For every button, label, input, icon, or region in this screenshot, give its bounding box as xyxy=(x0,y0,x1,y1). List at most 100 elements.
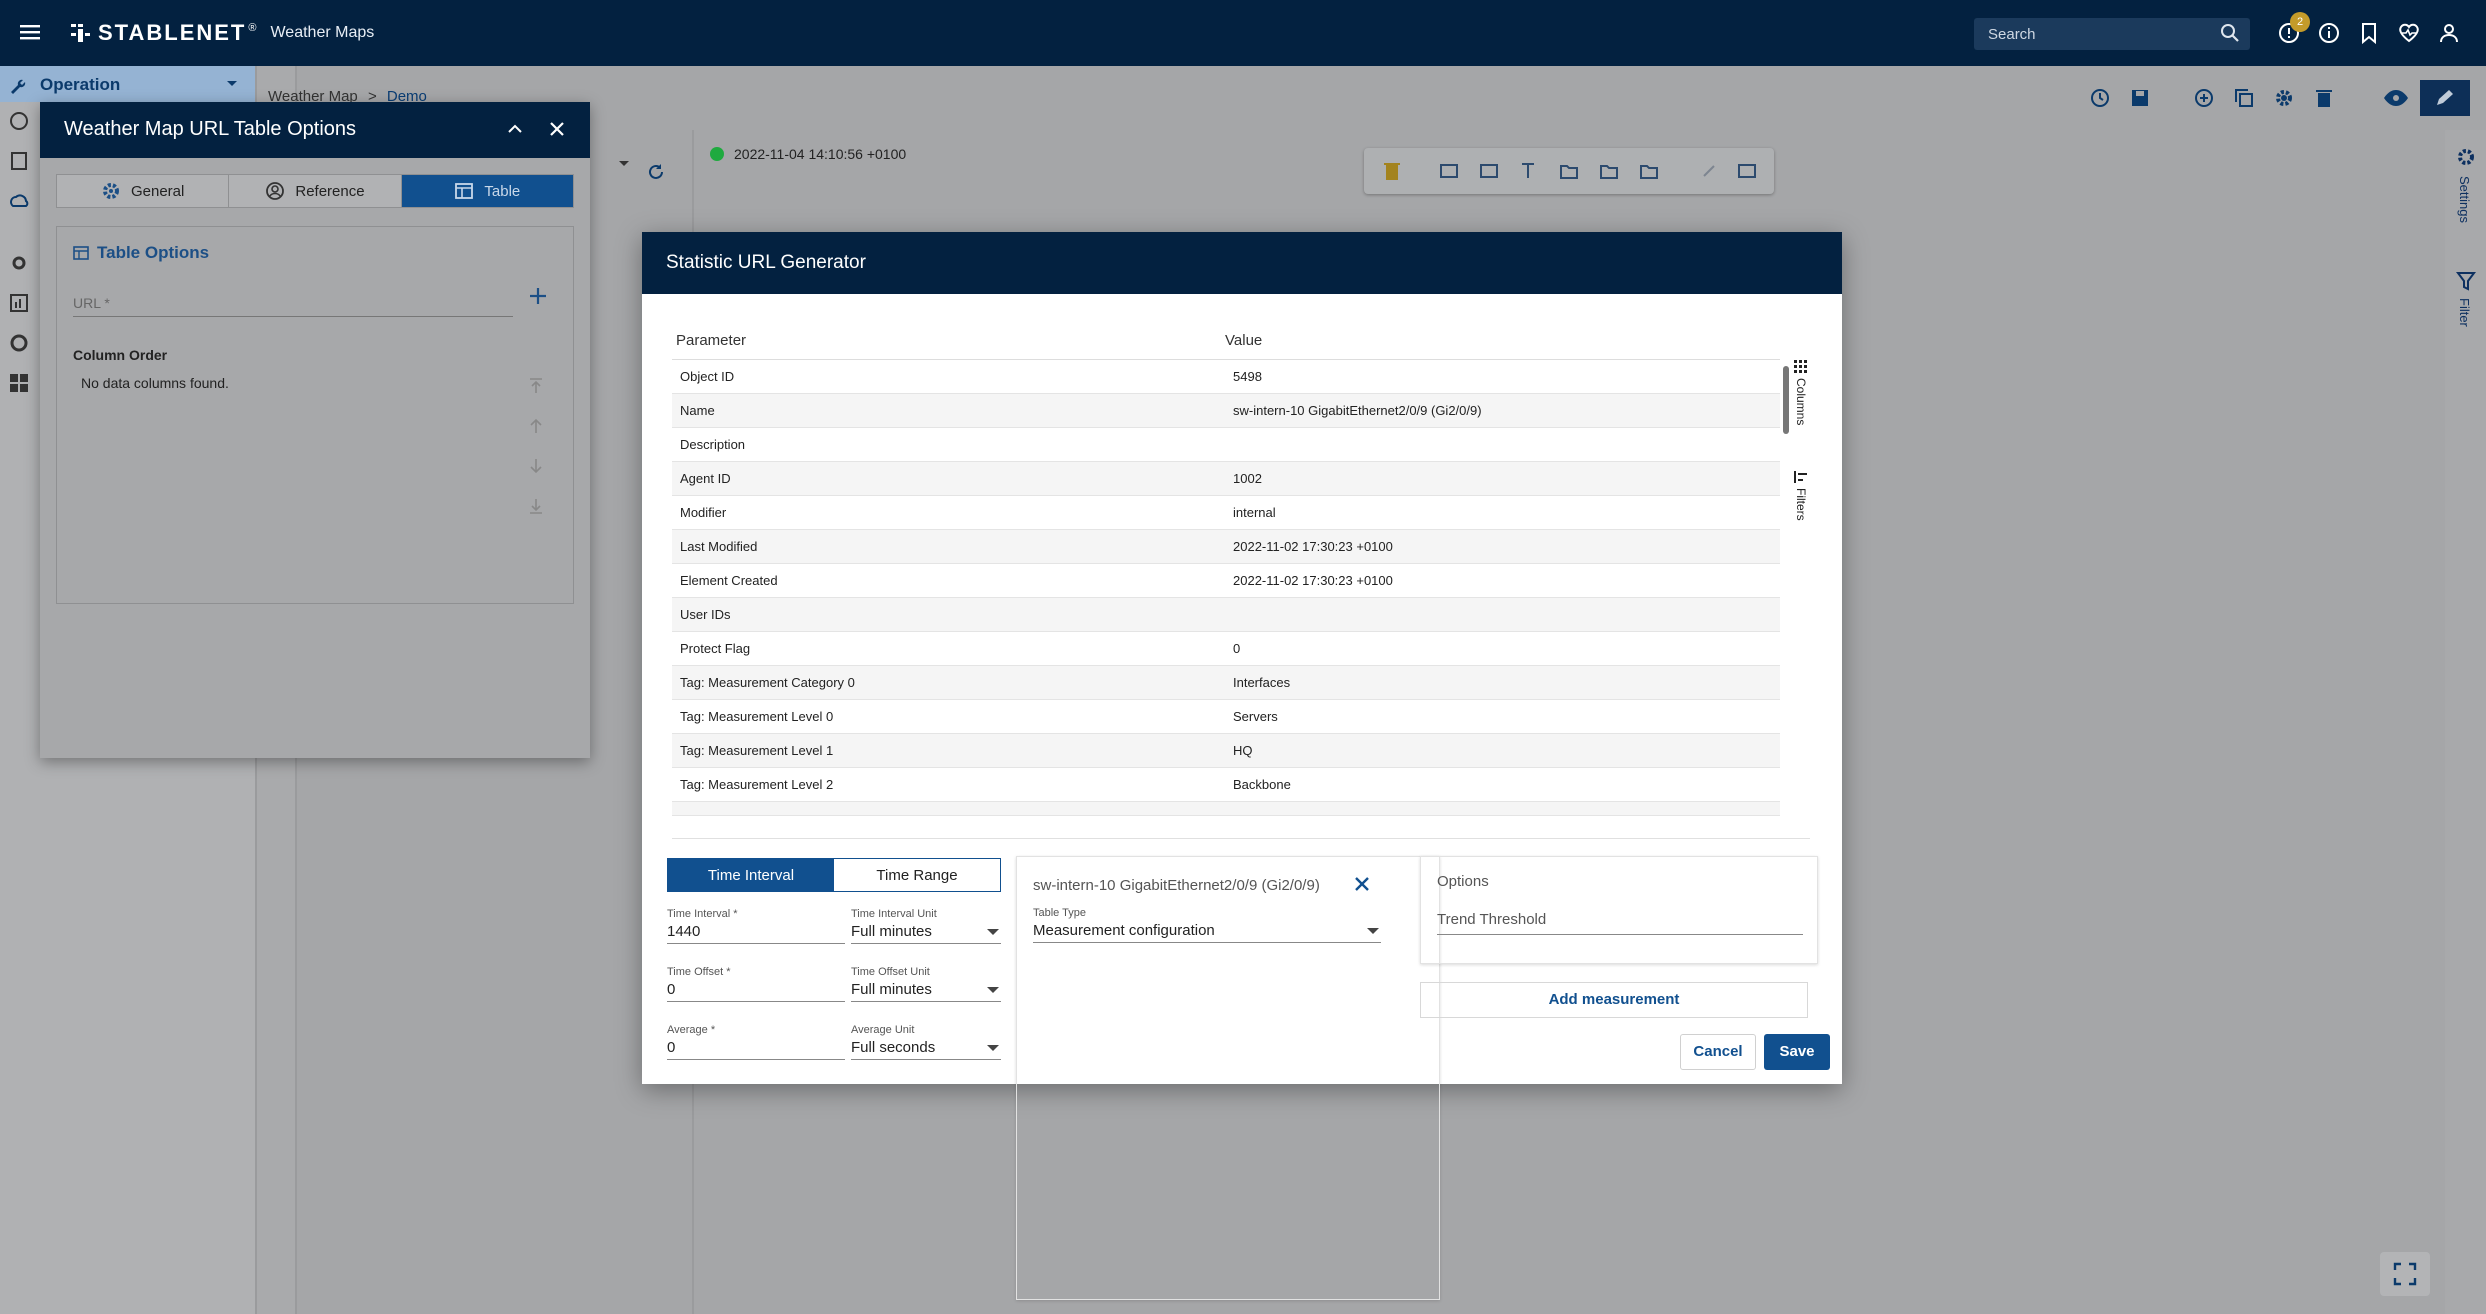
parameter-column-header[interactable]: Parameter xyxy=(672,332,1225,349)
wrench-icon xyxy=(8,76,28,96)
time-offset-label: Time Offset * xyxy=(667,966,731,978)
grid-nav-icon[interactable] xyxy=(8,372,30,394)
trash-icon[interactable] xyxy=(2312,86,2336,110)
select-caret-icon[interactable] xyxy=(618,160,630,168)
table-header: Parameter Value xyxy=(672,322,1780,360)
filter-rail-label[interactable]: Filter xyxy=(2457,298,2472,327)
filters-side-button[interactable]: Filters xyxy=(1794,470,1808,521)
logo[interactable]: STABLENET ® Weather Maps xyxy=(70,20,374,46)
add-node-icon[interactable] xyxy=(1438,160,1460,182)
columns-side-button[interactable]: Columns xyxy=(1794,360,1808,425)
move-top-icon[interactable] xyxy=(527,377,545,395)
time-offset-value[interactable]: 0 xyxy=(667,978,845,1002)
value-column-header[interactable]: Value xyxy=(1225,332,1780,349)
add-image-icon[interactable] xyxy=(1598,160,1620,182)
info-icon[interactable] xyxy=(2316,20,2342,46)
copy-icon[interactable] xyxy=(2232,86,2256,110)
tab-general[interactable]: General xyxy=(57,175,230,207)
time-interval-value[interactable]: 1440 xyxy=(667,920,845,944)
settings-rail-label[interactable]: Settings xyxy=(2457,176,2472,223)
url-input[interactable]: URL * xyxy=(73,291,513,317)
time-range-toggle[interactable]: Time Range xyxy=(834,859,1000,891)
table-row[interactable]: Name sw-intern-10 GigabitEthernet2/0/9 (G… xyxy=(672,394,1780,428)
menu-icon[interactable] xyxy=(18,20,46,46)
time-interval-unit-value[interactable]: Full minutes xyxy=(851,920,1001,944)
filter-rail-icon[interactable] xyxy=(2455,270,2477,292)
cancel-button[interactable]: Cancel xyxy=(1680,1034,1756,1070)
move-up-icon[interactable] xyxy=(527,417,545,435)
delete-icon[interactable] xyxy=(1382,160,1402,182)
move-bottom-icon[interactable] xyxy=(527,497,545,515)
dropdown-caret-icon[interactable] xyxy=(226,80,238,88)
document-nav-icon[interactable] xyxy=(8,150,30,172)
add-measurement-button[interactable]: Add measurement xyxy=(1420,982,1808,1018)
table-row[interactable]: Modifier internal xyxy=(672,496,1780,530)
add-text-icon[interactable] xyxy=(1518,160,1540,182)
time-interval-unit-select[interactable]: Time Interval Unit Full minutes xyxy=(851,908,1001,944)
time-offset-unit-value[interactable]: Full minutes xyxy=(851,978,1001,1002)
health-icon[interactable] xyxy=(2396,20,2422,46)
view-icon[interactable] xyxy=(2382,86,2410,110)
time-offset-unit-select[interactable]: Time Offset Unit Full minutes xyxy=(851,966,1001,1002)
fullscreen-button[interactable] xyxy=(2380,1252,2430,1296)
trademark: ® xyxy=(248,22,257,34)
add-table-icon[interactable] xyxy=(1638,160,1660,182)
gauge-nav-icon[interactable] xyxy=(8,332,30,354)
user-icon[interactable] xyxy=(2436,20,2462,46)
search-input[interactable]: Search xyxy=(1974,18,2250,50)
bookmark-icon[interactable] xyxy=(2356,20,2382,46)
section-divider xyxy=(672,838,1810,839)
table-row[interactable]: Description xyxy=(672,428,1780,462)
value-cell: 0 xyxy=(1233,641,1241,656)
add-url-icon[interactable] xyxy=(527,285,549,307)
average-unit-select[interactable]: Average Unit Full seconds xyxy=(851,1024,1001,1060)
link-icon[interactable] xyxy=(1698,160,1720,182)
settings-rail-icon[interactable] xyxy=(2455,146,2477,168)
time-offset-field[interactable]: Time Offset * 0 xyxy=(667,966,845,1002)
table-row[interactable]: Tag: Measurement Category 0 Interfaces xyxy=(672,666,1780,700)
table-row[interactable]: Tag: Measurement Level 1 HQ xyxy=(672,734,1780,768)
time-interval-field[interactable]: Time Interval * 1440 xyxy=(667,908,845,944)
table-row[interactable]: Tag: Measurement Level 2 Backbone xyxy=(672,768,1780,802)
table-row[interactable]: Last Modified 2022-11-02 17:30:23 +0100 xyxy=(672,530,1780,564)
filter-lines-icon xyxy=(1794,470,1808,484)
tab-reference[interactable]: Reference xyxy=(229,175,402,207)
operation-menu[interactable]: Operation xyxy=(0,66,255,102)
layers-icon[interactable] xyxy=(1736,160,1758,182)
table-scrollbar[interactable] xyxy=(1783,366,1789,434)
chart-nav-icon[interactable] xyxy=(8,292,30,314)
collapse-icon[interactable] xyxy=(506,122,524,136)
refresh-icon[interactable] xyxy=(646,162,666,182)
trend-threshold-input[interactable]: Trend Threshold xyxy=(1437,907,1803,935)
save-icon[interactable] xyxy=(2128,86,2152,110)
parameter-cell: Protect Flag xyxy=(680,641,751,656)
table-type-select[interactable]: Table Type Measurement configuration xyxy=(1033,907,1381,943)
settings-nav-icon[interactable] xyxy=(8,252,30,274)
table-row[interactable]: Tag: Measurement Level 0 Servers xyxy=(672,700,1780,734)
dashboard-nav-icon[interactable] xyxy=(8,110,30,132)
move-down-icon[interactable] xyxy=(527,457,545,475)
search-icon[interactable] xyxy=(2220,23,2240,43)
time-interval-toggle[interactable]: Time Interval xyxy=(668,859,834,891)
tab-table[interactable]: Table xyxy=(401,175,573,207)
add-group-icon[interactable] xyxy=(1478,160,1500,182)
history-icon[interactable] xyxy=(2088,86,2112,110)
add-circle-icon[interactable] xyxy=(2192,86,2216,110)
gear-icon[interactable] xyxy=(2272,86,2296,110)
table-row[interactable]: Object ID 5498 xyxy=(672,360,1780,394)
table-type-value[interactable]: Measurement configuration xyxy=(1033,919,1381,943)
table-options-title: Table Options xyxy=(97,243,210,262)
save-button[interactable]: Save xyxy=(1764,1034,1830,1070)
table-row[interactable]: Protect Flag 0 xyxy=(672,632,1780,666)
edit-button[interactable] xyxy=(2420,80,2470,116)
table-row[interactable]: Element Created 2022-11-02 17:30:23 +0100 xyxy=(672,564,1780,598)
remove-measurement-icon[interactable] xyxy=(1353,875,1371,893)
weather-map-nav-icon[interactable] xyxy=(8,190,30,212)
close-icon[interactable] xyxy=(548,120,566,138)
average-value[interactable]: 0 xyxy=(667,1036,845,1060)
add-folder-icon[interactable] xyxy=(1558,160,1580,182)
table-row[interactable]: User IDs xyxy=(672,598,1780,632)
table-row[interactable]: Agent ID 1002 xyxy=(672,462,1780,496)
average-unit-value[interactable]: Full seconds xyxy=(851,1036,1001,1060)
average-field[interactable]: Average * 0 xyxy=(667,1024,845,1060)
